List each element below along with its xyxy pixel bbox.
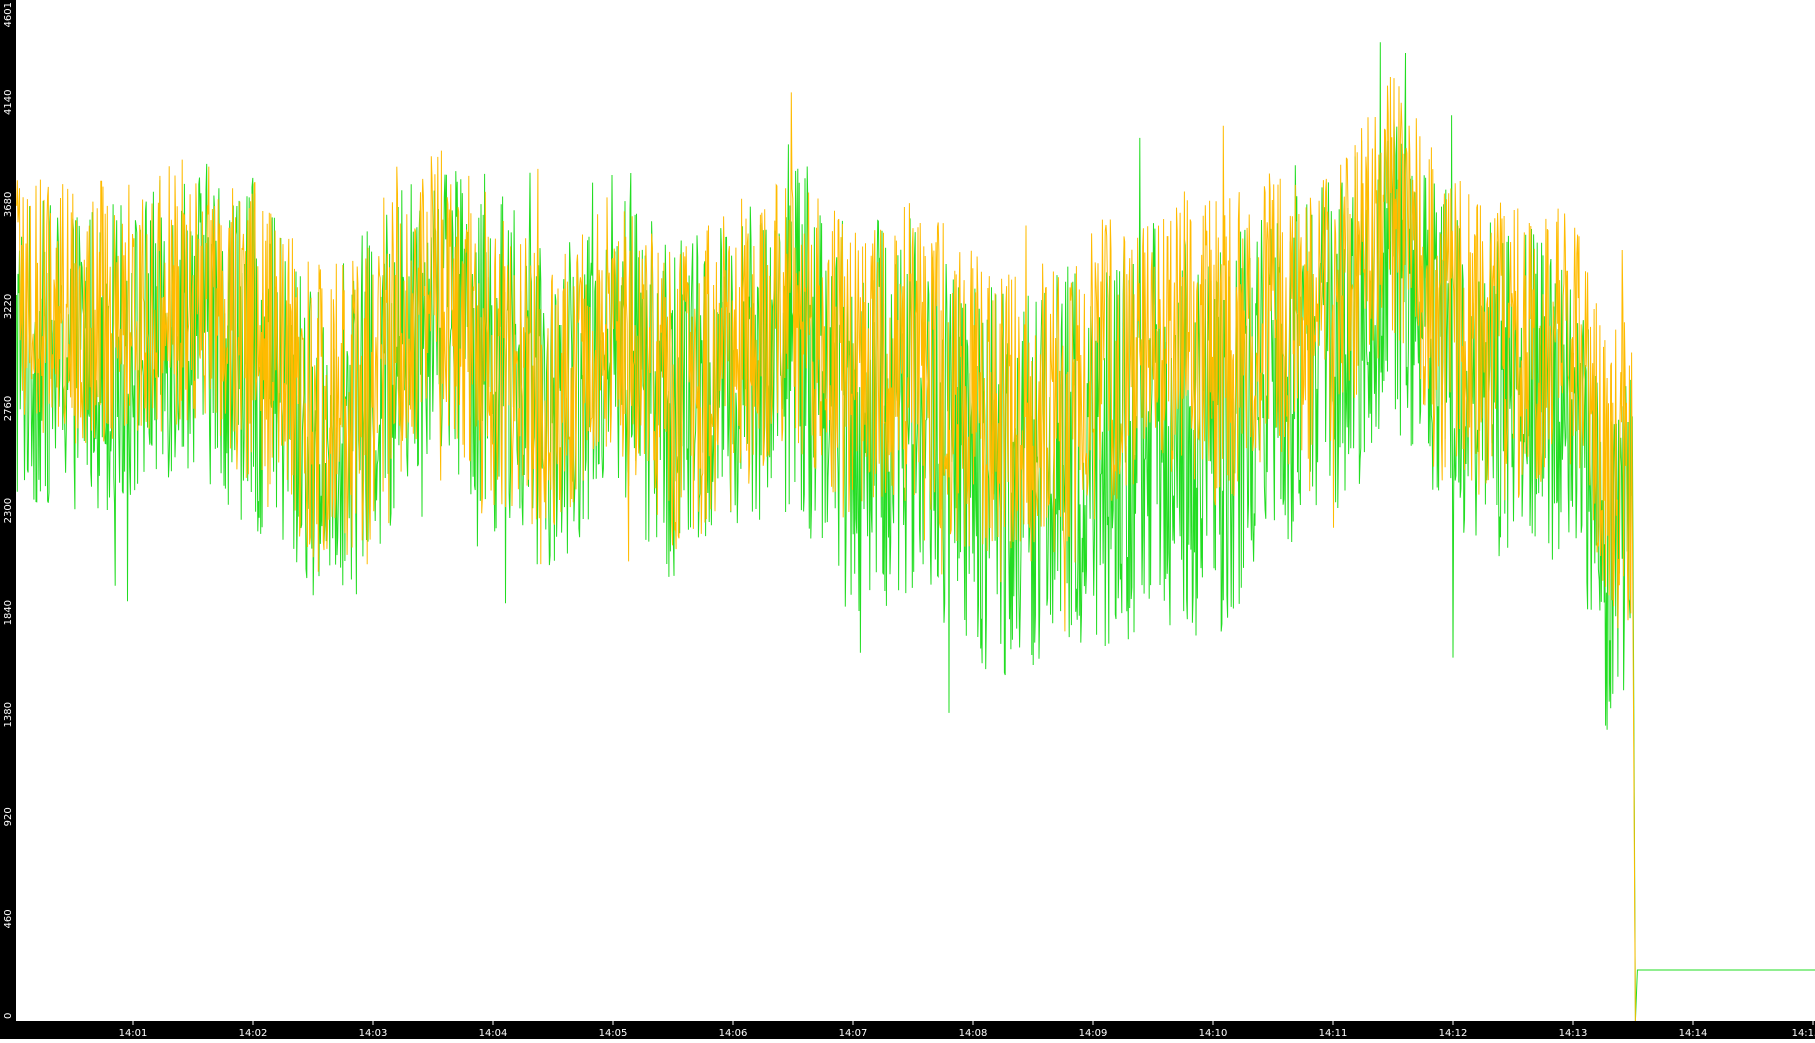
x-tick-label: 14:15 bbox=[1792, 1028, 1815, 1039]
y-tick-label: 460 bbox=[3, 909, 14, 928]
x-tick-label: 14:05 bbox=[599, 1028, 628, 1039]
x-tick-label: 14:04 bbox=[479, 1028, 508, 1039]
y-tick-label: 3220 bbox=[3, 294, 14, 319]
chart-container: 0 460 920 1380 1840 2300 2760 3220 3680 4140 4601 … bbox=[0, 0, 1815, 1039]
y-tick-label: 4140 bbox=[3, 90, 14, 115]
x-tick-label: 14:03 bbox=[359, 1028, 388, 1039]
line-chart: 046092013801840230027603220368041404601 … bbox=[0, 0, 1815, 1039]
x-tick-label: 14:14 bbox=[1679, 1028, 1708, 1039]
y-tick-label: 0 bbox=[3, 1013, 14, 1019]
x-tick-label: 14:12 bbox=[1439, 1028, 1468, 1039]
x-tick-label: 14:06 bbox=[719, 1028, 748, 1039]
x-axis-band bbox=[0, 1021, 1815, 1039]
x-tick-label: 14:09 bbox=[1079, 1028, 1108, 1039]
y-tick-label: 1840 bbox=[3, 600, 14, 625]
y-tick-label: 4601 bbox=[3, 2, 14, 27]
x-tick-label: 14:10 bbox=[1199, 1028, 1228, 1039]
x-tick-label: 14:13 bbox=[1559, 1028, 1588, 1039]
x-tick-label: 14:07 bbox=[839, 1028, 868, 1039]
x-tick-label: 14:11 bbox=[1319, 1028, 1348, 1039]
plot-background bbox=[0, 0, 1815, 1039]
y-tick-label: 3680 bbox=[3, 192, 14, 217]
y-tick-label: 2760 bbox=[3, 396, 14, 421]
y-tick-label: 920 bbox=[3, 807, 14, 826]
y-tick-label: 2300 bbox=[3, 498, 14, 523]
y-tick-label: 1380 bbox=[3, 702, 14, 727]
x-tick-label: 14:08 bbox=[959, 1028, 988, 1039]
x-tick-label: 14:01 bbox=[119, 1028, 148, 1039]
x-tick-label: 14:02 bbox=[239, 1028, 268, 1039]
